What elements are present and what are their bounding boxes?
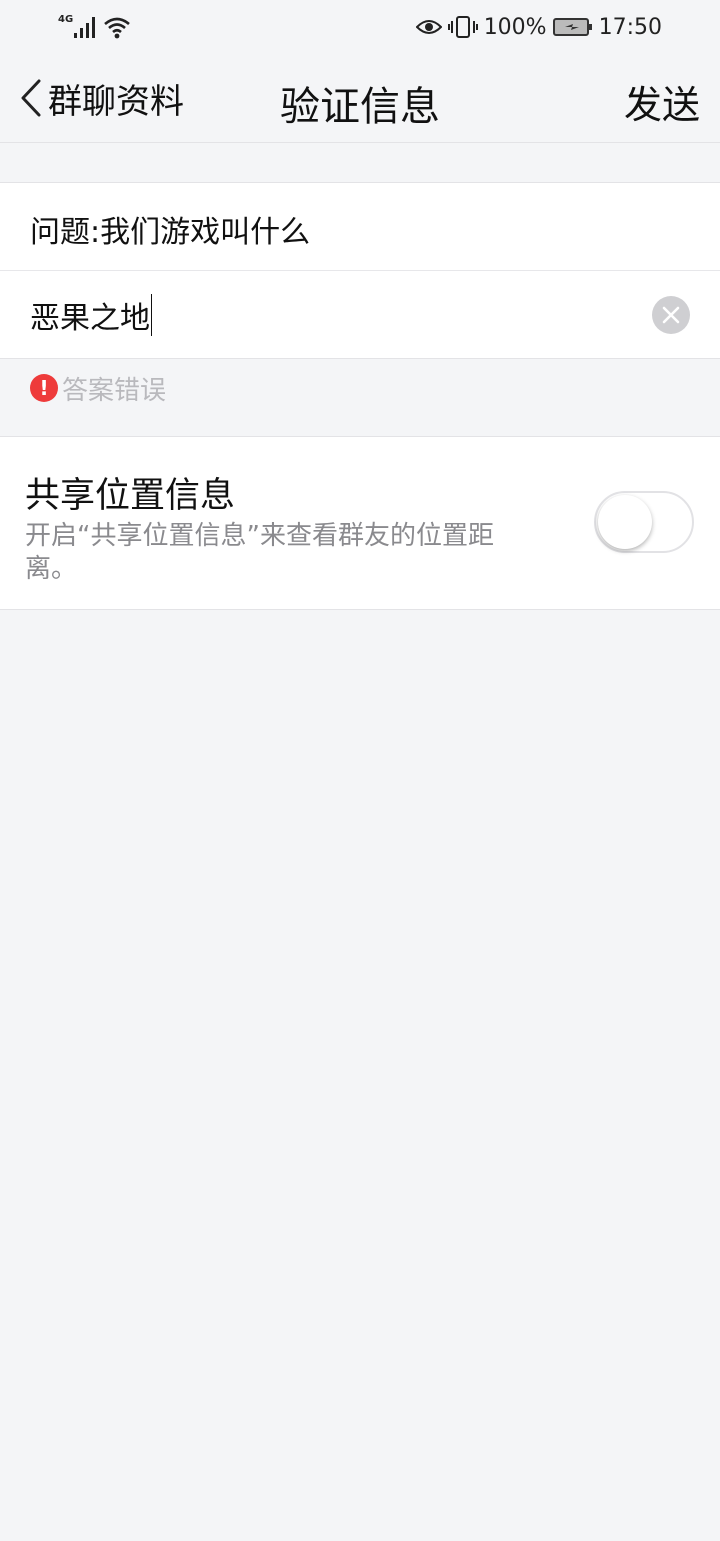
question-text: 问题:我们游戏叫什么 <box>30 215 311 250</box>
verification-card: 问题:我们游戏叫什么 恶果之地 <box>0 182 720 359</box>
answer-input[interactable]: 恶果之地 <box>30 291 590 339</box>
status-bar: 4G 100% 17:50 <box>0 0 720 54</box>
send-button[interactable]: 发送 <box>624 74 700 129</box>
page-title: 验证信息 <box>280 84 440 130</box>
close-icon <box>662 306 680 324</box>
share-location-card: 共享位置信息 开启“共享位置信息”来查看群友的位置距离。 <box>0 436 720 610</box>
answer-value: 恶果之地 <box>30 301 150 336</box>
share-location-title: 共享位置信息 <box>25 476 236 516</box>
network-type: 4G <box>58 13 74 25</box>
status-right: 100% 17:50 <box>415 12 662 42</box>
nav-bar: 群聊资料 验证信息 发送 <box>0 54 720 143</box>
text-cursor <box>151 294 152 336</box>
signal-icon <box>74 16 96 38</box>
battery-percent: 100% <box>483 14 547 40</box>
clear-button[interactable] <box>652 296 690 334</box>
status-left: 4G <box>58 12 131 42</box>
error-message: ! 答案错误 <box>30 372 167 406</box>
exclamation-icon: ! <box>30 374 58 402</box>
question-row: 问题:我们游戏叫什么 <box>0 183 720 271</box>
wifi-icon <box>104 17 131 39</box>
share-location-description: 开启“共享位置信息”来查看群友的位置距离。 <box>25 521 494 584</box>
clock: 17:50 <box>598 14 662 40</box>
vibrate-icon <box>447 16 478 38</box>
error-text: 答案错误 <box>62 375 167 406</box>
eye-icon <box>415 20 442 34</box>
answer-row: 恶果之地 <box>0 271 720 358</box>
battery-icon <box>552 18 592 36</box>
toggle-knob <box>598 495 652 549</box>
share-location-toggle[interactable] <box>594 491 694 553</box>
